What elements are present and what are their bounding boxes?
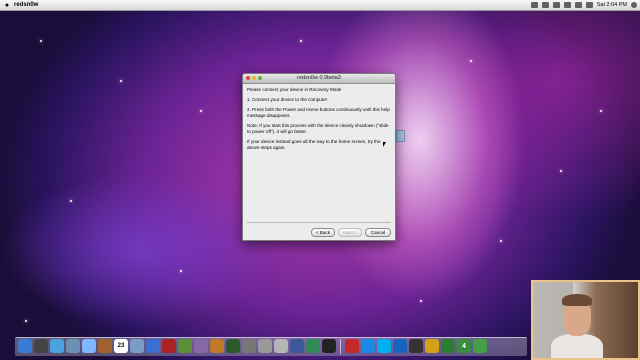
imovie-icon[interactable] [194, 339, 208, 353]
window-titlebar[interactable]: redsn0w 0.9beta3 [243, 74, 395, 84]
photo-booth-icon[interactable] [162, 339, 176, 353]
xcode-icon[interactable] [290, 339, 304, 353]
button-divider [247, 222, 391, 223]
star [420, 300, 422, 302]
app-icon-blue[interactable] [361, 339, 375, 353]
app-icon-star[interactable] [425, 339, 439, 353]
battery-icon[interactable] [585, 2, 593, 8]
star [560, 170, 562, 172]
time-machine-icon[interactable] [226, 339, 240, 353]
garageband-icon[interactable] [210, 339, 224, 353]
bluetooth-icon[interactable] [541, 2, 549, 8]
window-title: redsn0w 0.9beta3 [297, 75, 341, 81]
menu-clock[interactable]: Sat 2:04 PM [597, 2, 627, 8]
utorrent-icon[interactable] [441, 339, 455, 353]
minimize-icon[interactable] [252, 76, 256, 80]
star [600, 110, 602, 112]
address-book-icon[interactable] [98, 339, 112, 353]
instruction-note: Note: If you start this process with the… [247, 122, 389, 134]
app-icon-red[interactable] [345, 339, 359, 353]
app-menu-name[interactable]: redsn0w [14, 2, 38, 8]
star [180, 270, 182, 272]
spotlight-icon[interactable] [631, 2, 637, 8]
mouse-cursor-icon [383, 142, 386, 147]
mail-icon[interactable] [66, 339, 80, 353]
window-controls [246, 76, 262, 80]
webcam-overlay [531, 280, 640, 360]
star [120, 80, 122, 82]
close-icon[interactable] [246, 76, 250, 80]
app-icon-4[interactable]: 4 [457, 339, 471, 353]
desktop-file-icon[interactable] [396, 130, 405, 142]
star [500, 240, 502, 242]
menu-extras: Sat 2:04 PM [530, 2, 640, 8]
preview-icon[interactable] [130, 339, 144, 353]
itunes-icon[interactable] [146, 339, 160, 353]
dock: 23 4 [15, 337, 527, 356]
dashboard-icon[interactable] [34, 339, 48, 353]
star [70, 200, 72, 202]
skype-icon[interactable] [377, 339, 391, 353]
wizard-buttons: < Back Next > Cancel [310, 228, 391, 237]
instruction-retry: If your device instead goes all the way … [247, 138, 381, 150]
iphone-icon[interactable] [409, 339, 423, 353]
instruction-heading: Please connect your device in Recovery M… [247, 87, 342, 92]
star [300, 40, 302, 42]
instructions: Please connect your device in Recovery M… [243, 84, 395, 158]
wifi-icon[interactable] [563, 2, 571, 8]
finder-icon[interactable] [18, 339, 32, 353]
redsn0w-window: redsn0w 0.9beta3 Please connect your dev… [242, 73, 396, 241]
ichat-icon[interactable] [82, 339, 96, 353]
volume-icon[interactable] [574, 2, 582, 8]
star [470, 60, 472, 62]
back-button[interactable]: < Back [310, 228, 335, 237]
dock-separator [340, 339, 341, 354]
activity-monitor-icon[interactable] [306, 339, 320, 353]
iphoto-icon[interactable] [178, 339, 192, 353]
time-machine-icon[interactable] [552, 2, 560, 8]
safari-icon[interactable] [50, 339, 64, 353]
system-preferences-icon[interactable] [242, 339, 256, 353]
webcam-person-body [551, 334, 603, 358]
menu-bar: ● redsn0w Sat 2:04 PM [0, 0, 640, 11]
star [40, 40, 42, 42]
cancel-button[interactable]: Cancel [365, 228, 391, 237]
zoom-icon[interactable] [258, 76, 262, 80]
app-icon-blue-2[interactable] [393, 339, 407, 353]
script-editor-icon[interactable] [274, 339, 288, 353]
spaces-icon[interactable] [530, 2, 538, 8]
terminal-icon[interactable] [322, 339, 336, 353]
next-button[interactable]: Next > [338, 228, 362, 237]
disk-utility-icon[interactable] [258, 339, 272, 353]
star [25, 320, 27, 322]
instruction-step-2: 2. Press both the Power and Home buttons… [247, 106, 390, 118]
apple-menu-icon[interactable]: ● [0, 2, 14, 9]
ical-icon[interactable]: 23 [114, 339, 128, 353]
instruction-step-1: 1. Connect your device to the computer [247, 96, 328, 102]
webcam-person-hair [562, 294, 592, 306]
star [200, 110, 202, 112]
app-icon-green[interactable] [473, 339, 487, 353]
